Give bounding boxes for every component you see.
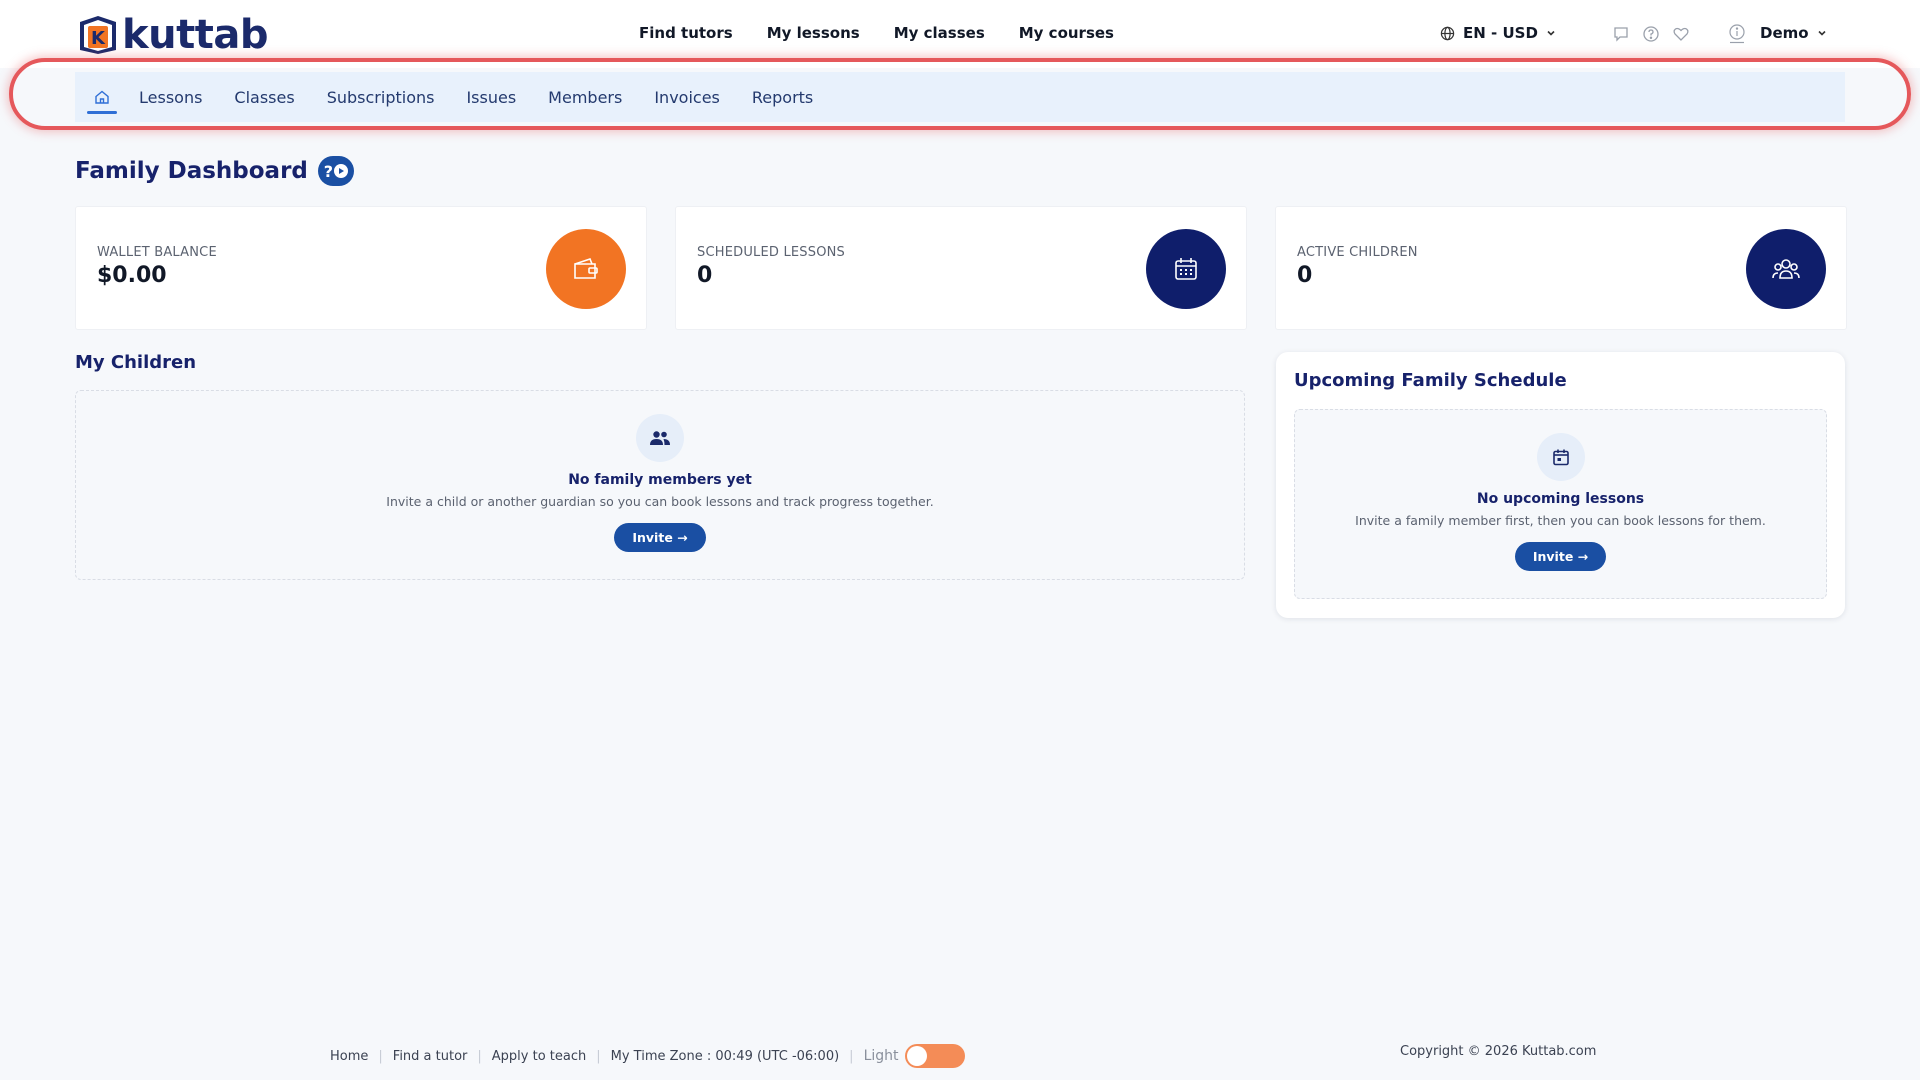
- stat-card-active-children: ACTIVE CHILDREN 0: [1275, 206, 1847, 330]
- children-empty-state: No family members yet Invite a child or …: [75, 390, 1245, 580]
- footer-separator: |: [477, 1048, 482, 1064]
- stat-card-wallet: WALLET BALANCE $0.00: [75, 206, 647, 330]
- theme-toggle[interactable]: [904, 1044, 965, 1068]
- calendar-icon: [1146, 229, 1226, 309]
- header-actions: EN - USD Demo: [1440, 0, 1920, 68]
- stat-value: 0: [697, 263, 713, 288]
- user-menu[interactable]: Demo: [1760, 24, 1827, 42]
- invite-member-button[interactable]: Invite →: [614, 523, 706, 552]
- subnav-item-classes[interactable]: Classes: [234, 88, 294, 107]
- home-icon: [95, 90, 109, 104]
- people-icon: [636, 414, 684, 462]
- brand-name: kuttab: [122, 12, 268, 58]
- language-currency-selector[interactable]: EN - USD: [1440, 24, 1556, 42]
- sub-nav: Lessons Classes Subscriptions Issues Mem…: [75, 72, 1845, 122]
- footer-separator: |: [849, 1048, 854, 1064]
- upcoming-schedule-title: Upcoming Family Schedule: [1294, 370, 1567, 391]
- footer-separator: |: [378, 1048, 383, 1064]
- wallet-icon: [546, 229, 626, 309]
- stat-label: WALLET BALANCE: [97, 245, 217, 260]
- footer: Home | Find a tutor | Apply to teach | M…: [330, 1044, 965, 1068]
- play-icon: [334, 164, 349, 178]
- stat-value: 0: [1297, 263, 1313, 288]
- footer-link-home[interactable]: Home: [330, 1049, 368, 1064]
- theme-label: Light: [863, 1048, 899, 1064]
- language-currency-label: EN - USD: [1463, 24, 1538, 42]
- footer-timezone: My Time Zone : 00:49 (UTC -06:00): [610, 1048, 840, 1064]
- heart-icon[interactable]: [1672, 25, 1690, 43]
- nav-my-lessons[interactable]: My lessons: [767, 24, 860, 42]
- nav-my-classes[interactable]: My classes: [894, 24, 985, 42]
- info-icon[interactable]: [1728, 24, 1746, 48]
- main-nav: Find tutors My lessons My classes My cou…: [639, 24, 1114, 42]
- empty-state-title: No upcoming lessons: [1476, 491, 1645, 507]
- footer-separator: |: [596, 1048, 601, 1064]
- users-icon: [1746, 229, 1826, 309]
- help-icon[interactable]: [1642, 25, 1660, 43]
- stat-label: ACTIVE CHILDREN: [1297, 245, 1418, 260]
- subnav-item-invoices[interactable]: Invoices: [654, 88, 720, 107]
- nav-find-tutors[interactable]: Find tutors: [639, 24, 733, 42]
- header-icon-group: [1612, 25, 1690, 43]
- stat-label: SCHEDULED LESSONS: [697, 245, 846, 260]
- subnav-home[interactable]: [87, 72, 117, 122]
- footer-link-apply-teach[interactable]: Apply to teach: [492, 1049, 586, 1064]
- help-video-button[interactable]: ?: [317, 156, 354, 186]
- user-name: Demo: [1760, 24, 1809, 42]
- chevron-down-icon: [1817, 30, 1826, 36]
- chat-icon[interactable]: [1612, 25, 1630, 43]
- empty-state-description: Invite a family member first, then you c…: [1355, 513, 1766, 528]
- footer-link-find-tutor[interactable]: Find a tutor: [393, 1049, 468, 1064]
- upcoming-schedule-card: Upcoming Family Schedule No upcoming les…: [1276, 352, 1845, 618]
- subnav-item-subscriptions[interactable]: Subscriptions: [327, 88, 435, 107]
- subnav-item-members[interactable]: Members: [548, 88, 622, 107]
- brand-logo[interactable]: K kuttab: [76, 12, 268, 58]
- svg-text:K: K: [91, 28, 106, 49]
- empty-state-title: No family members yet: [568, 472, 752, 488]
- page-title: Family Dashboard: [75, 158, 308, 184]
- empty-state-description: Invite a child or another guardian so yo…: [386, 494, 934, 509]
- stat-value: $0.00: [97, 263, 167, 288]
- chevron-down-icon: [1547, 30, 1555, 36]
- globe-icon: [1440, 26, 1455, 40]
- schedule-empty-state: No upcoming lessons Invite a family memb…: [1294, 409, 1827, 599]
- question-mark-icon: ?: [323, 161, 334, 181]
- subnav-item-reports[interactable]: Reports: [752, 88, 813, 107]
- subnav-item-issues[interactable]: Issues: [466, 88, 516, 107]
- my-children-title: My Children: [75, 352, 197, 373]
- subnav-item-lessons[interactable]: Lessons: [139, 88, 202, 107]
- logo-book-icon: K: [76, 14, 120, 56]
- nav-my-courses[interactable]: My courses: [1019, 24, 1114, 42]
- stat-card-scheduled-lessons: SCHEDULED LESSONS 0: [675, 206, 1247, 330]
- invite-family-button[interactable]: Invite →: [1514, 542, 1607, 571]
- footer-copyright: Copyright © 2026 Kuttab.com: [1400, 1044, 1597, 1059]
- top-header: K kuttab Find tutors My lessons My class…: [0, 0, 1920, 68]
- page-title-row: Family Dashboard ?: [75, 156, 354, 186]
- calendar-icon: [1536, 433, 1585, 481]
